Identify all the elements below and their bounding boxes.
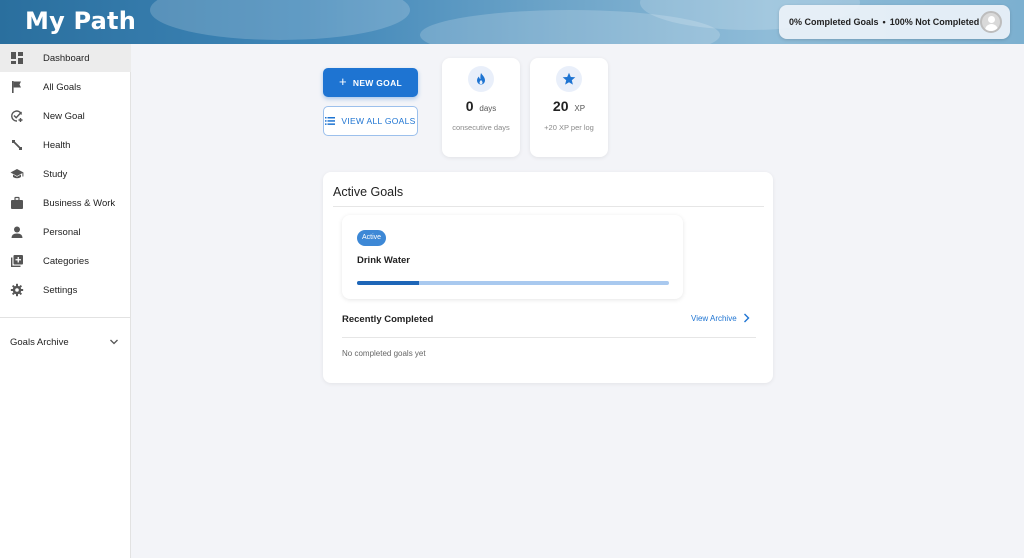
sidebar-item-label: Personal [43,227,81,238]
sidebar-item-label: Settings [43,285,78,296]
sidebar-item-health[interactable]: Health [0,131,131,159]
streak-icon-circle [468,66,494,92]
sidebar-item-label: New Goal [43,111,85,122]
sidebar-item-label: Health [43,140,71,151]
dashboard-icon [11,52,23,64]
streak-number: 0 [465,98,474,114]
view-all-goals-button[interactable]: VIEW ALL GOALS [323,106,418,136]
streak-unit: days [479,104,497,113]
empty-state-text: No completed goals yet [342,349,426,358]
person-icon [11,226,23,238]
sidebar-item-label: Study [43,169,68,180]
star-icon [562,72,576,85]
list-icon [325,117,336,125]
goal-progress-bar [357,281,669,285]
flag-icon [12,81,21,93]
goals-archive-label: Goals Archive [10,337,69,348]
xp-caption: +20 XP per log [544,123,594,132]
sidebar-item-new-goal[interactable]: New Goal [0,102,131,130]
chevron-down-icon [110,339,118,345]
fitness-icon [12,140,22,150]
new-goal-label: NEW GOAL [352,77,403,88]
goal-card[interactable]: Active Drink Water [342,215,683,299]
plus-icon: + [338,74,347,89]
view-archive-label: View Archive [691,313,737,323]
not-completed-stat: 100% Not Completed [889,17,980,27]
xp-icon-circle [556,66,582,92]
xp-unit: XP [574,104,586,113]
streak-value: 0 days [442,98,520,114]
chevron-right-icon [743,313,750,323]
sidebar-item-categories[interactable]: Categories [0,247,131,275]
recently-completed-title: Recently Completed [342,314,434,325]
streak-caption: consecutive days [452,123,510,132]
completed-stat: 0% Completed Goals [789,17,879,27]
active-goals-title: Active Goals [333,185,404,199]
active-goals-panel: Active Goals Active Drink Water Recently… [323,172,773,383]
sidebar-item-label: Dashboard [43,53,90,64]
sidebar: Dashboard All Goals New Goal Health Stud… [0,44,131,558]
user-avatar-icon[interactable] [980,11,1002,33]
xp-card: 20 XP +20 XP per log [530,58,608,157]
xp-value: 20 XP [530,98,608,114]
sidebar-item-settings[interactable]: Settings [0,276,131,304]
app-header: My Path 0% Completed Goals • 100% Not Co… [0,0,1024,44]
status-badge: Active [357,230,387,246]
header-cloud-decoration [150,0,410,40]
sidebar-item-business-work[interactable]: Business & Work [0,189,131,217]
sidebar-item-dashboard[interactable]: Dashboard [0,44,131,72]
flame-icon [477,73,485,85]
stats-separator: • [882,17,886,27]
view-all-goals-label: VIEW ALL GOALS [341,116,416,126]
sidebar-item-label: All Goals [43,82,82,93]
sidebar-divider [0,317,131,318]
school-icon [10,169,24,179]
goal-name: Drink Water [357,255,410,266]
goal-progress-fill [357,281,420,285]
app-title: My Path [25,7,136,35]
sidebar-item-personal[interactable]: Personal [0,218,131,246]
sidebar-item-label: Business & Work [43,198,116,209]
recent-divider [342,337,756,338]
streak-card: 0 days consecutive days [442,58,520,157]
add-task-icon [11,110,23,122]
goals-archive-toggle[interactable]: Goals Archive [0,330,131,354]
new-goal-button[interactable]: + NEW GOAL [323,68,418,97]
view-archive-link[interactable]: View Archive [691,313,750,323]
xp-number: 20 [552,98,569,114]
panel-divider [333,206,764,207]
briefcase-icon [11,196,23,209]
library-add-icon [11,255,23,267]
sidebar-item-all-goals[interactable]: All Goals [0,73,131,101]
sidebar-item-study[interactable]: Study [0,160,131,188]
gear-icon [10,283,24,297]
sidebar-item-label: Categories [43,256,89,267]
goal-stats-summary: 0% Completed Goals • 100% Not Completed [779,5,1010,39]
